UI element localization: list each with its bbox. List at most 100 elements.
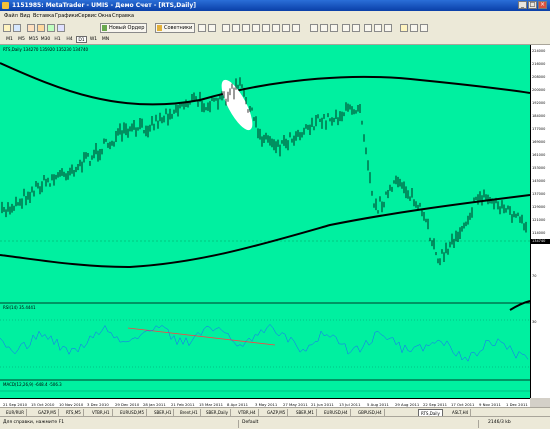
status-bar: Для справки, нажмите F1 Default 2146/3 k… xyxy=(0,416,550,429)
envelope-upper-line xyxy=(0,62,530,106)
label-icon[interactable] xyxy=(282,24,290,32)
menu-window[interactable]: Окна xyxy=(98,13,111,19)
bar-chart-icon[interactable] xyxy=(310,24,318,32)
fibonacci-icon[interactable] xyxy=(262,24,270,32)
envelope-bottom-line xyxy=(509,300,530,311)
chart-window[interactable]: RTS,Daily 134270 135920 135230 134740 RS… xyxy=(0,45,550,398)
y-label: 161000 xyxy=(532,153,546,157)
y-label: 208000 xyxy=(532,75,546,79)
y-label: 177000 xyxy=(532,127,546,131)
menu-insert[interactable]: Вставка xyxy=(33,13,54,19)
timeframe-w1[interactable]: W1 xyxy=(88,36,99,43)
y-label: 200000 xyxy=(532,88,546,92)
terminal-icon[interactable] xyxy=(47,24,55,32)
advisors-button[interactable]: Советники xyxy=(155,23,196,33)
tab-chart[interactable]: RTS,M5 xyxy=(64,409,84,416)
price-axis: 224000 216000 208000 200000 192000 18400… xyxy=(530,45,550,398)
timeframe-mn[interactable]: MN xyxy=(100,36,111,43)
menu-tools[interactable]: Сервис xyxy=(78,13,97,19)
tab-chart[interactable]: SBER,Daily xyxy=(204,409,231,416)
tab-gbpusd[interactable]: GBPUSD,H4 xyxy=(356,409,385,416)
zoom-in-icon[interactable] xyxy=(342,24,350,32)
y-label: 137000 xyxy=(532,192,546,196)
trend-line-icon[interactable] xyxy=(242,24,250,32)
autoscroll-icon[interactable] xyxy=(374,24,382,32)
app-icon xyxy=(2,2,9,9)
timeframe-m1[interactable]: M1 xyxy=(4,36,15,43)
menu-view[interactable]: Вид xyxy=(20,13,30,19)
market-watch-icon[interactable] xyxy=(27,24,35,32)
navigator-icon[interactable] xyxy=(37,24,45,32)
templates-icon[interactable] xyxy=(420,24,428,32)
tab-chart[interactable]: GAZP,M5 xyxy=(36,409,60,416)
indicators-icon[interactable] xyxy=(400,24,408,32)
shift-icon[interactable] xyxy=(384,24,392,32)
rsi-line xyxy=(0,324,529,362)
horizontal-line-icon[interactable] xyxy=(232,24,240,32)
current-price-tag: 134740 xyxy=(531,239,550,244)
macd-label: MACD(12,26,9) -648.4 -506.3 xyxy=(3,382,62,387)
tab-eurusd[interactable]: EURUSD,H4 xyxy=(322,409,351,416)
menu-file[interactable]: Файл xyxy=(4,13,18,19)
arrows-icon[interactable] xyxy=(292,24,300,32)
y-label: 224000 xyxy=(532,49,546,53)
window-title: 1151985: MetaTrader - UMIS - Демо Счет -… xyxy=(12,2,197,9)
envelope-lower-line xyxy=(0,194,530,269)
rsi-y-label: 70 xyxy=(532,274,537,278)
status-divider xyxy=(238,420,239,428)
y-label: 145000 xyxy=(532,179,546,183)
timeframe-h4[interactable]: H4 xyxy=(64,36,75,43)
menu-help[interactable]: Справка xyxy=(112,13,134,19)
advisors-icon xyxy=(157,25,162,31)
timeframe-m5[interactable]: M5 xyxy=(16,36,27,43)
new-order-button[interactable]: Новый Ордер xyxy=(100,23,148,33)
timeframe-m30[interactable]: M30 xyxy=(40,36,51,43)
tab-aslt[interactable]: ASLT,H4 xyxy=(450,409,472,416)
rsi-trendline xyxy=(127,327,276,346)
y-label: 169000 xyxy=(532,140,546,144)
tab-chart[interactable]: EURUSD,M5 xyxy=(118,409,148,416)
y-label: 114000 xyxy=(532,231,546,235)
chart-title: RTS,Daily 134270 135920 135230 134740 xyxy=(3,47,89,52)
tab-chart[interactable]: SBER,H1 xyxy=(152,409,175,416)
vertical-line-icon[interactable] xyxy=(222,24,230,32)
timeframe-h1[interactable]: H1 xyxy=(52,36,63,43)
tab-chart[interactable]: GAZP,M5 xyxy=(265,409,289,416)
price-bars xyxy=(1,77,527,266)
price-chart[interactable] xyxy=(0,45,530,398)
close-icon[interactable]: × xyxy=(538,1,547,9)
rsi-label: RSI(14) 35.4441 xyxy=(3,305,36,310)
timeframes-bar: M1 M5 M15 M30 H1 H4 D1 W1 MN xyxy=(0,35,550,45)
timeframe-m15[interactable]: M15 xyxy=(28,36,39,43)
y-label: 216000 xyxy=(532,62,546,66)
candles-icon[interactable] xyxy=(320,24,328,32)
periods-icon[interactable] xyxy=(410,24,418,32)
y-label: 153000 xyxy=(532,166,546,170)
tab-chart[interactable]: VTBR,H1 xyxy=(90,409,113,416)
y-label: 121000 xyxy=(532,218,546,222)
strategy-tester-icon[interactable] xyxy=(57,24,65,32)
y-label: 184000 xyxy=(532,114,546,118)
tab-chart[interactable]: SBER,M1 xyxy=(294,409,317,416)
tile-icon[interactable] xyxy=(364,24,372,32)
menu-charts[interactable]: Графики xyxy=(55,13,78,19)
line-chart-icon[interactable] xyxy=(330,24,338,32)
timeframe-d1[interactable]: D1 xyxy=(76,36,87,43)
minimize-icon[interactable]: _ xyxy=(518,1,527,9)
highlight-ellipse xyxy=(221,79,253,131)
status-traffic: 2146/3 kb xyxy=(488,420,511,425)
text-icon[interactable] xyxy=(272,24,280,32)
tab-chart[interactable]: VTBR,H4 xyxy=(236,409,259,416)
status-help: Для справки, нажмите F1 xyxy=(3,420,65,425)
y-label: 129000 xyxy=(532,205,546,209)
channel-icon[interactable] xyxy=(252,24,260,32)
profiles-icon[interactable] xyxy=(13,24,21,32)
status-profile: Default xyxy=(242,420,259,425)
zoom-out-icon[interactable] xyxy=(352,24,360,32)
new-chart-icon[interactable] xyxy=(3,24,11,32)
cursor-icon[interactable] xyxy=(198,24,206,32)
tab-chart[interactable]: EUR/RUR xyxy=(4,409,28,416)
tab-chart[interactable]: Brent,H1 xyxy=(178,409,201,416)
crosshair-icon[interactable] xyxy=(208,24,216,32)
maximize-icon[interactable]: □ xyxy=(528,1,537,9)
